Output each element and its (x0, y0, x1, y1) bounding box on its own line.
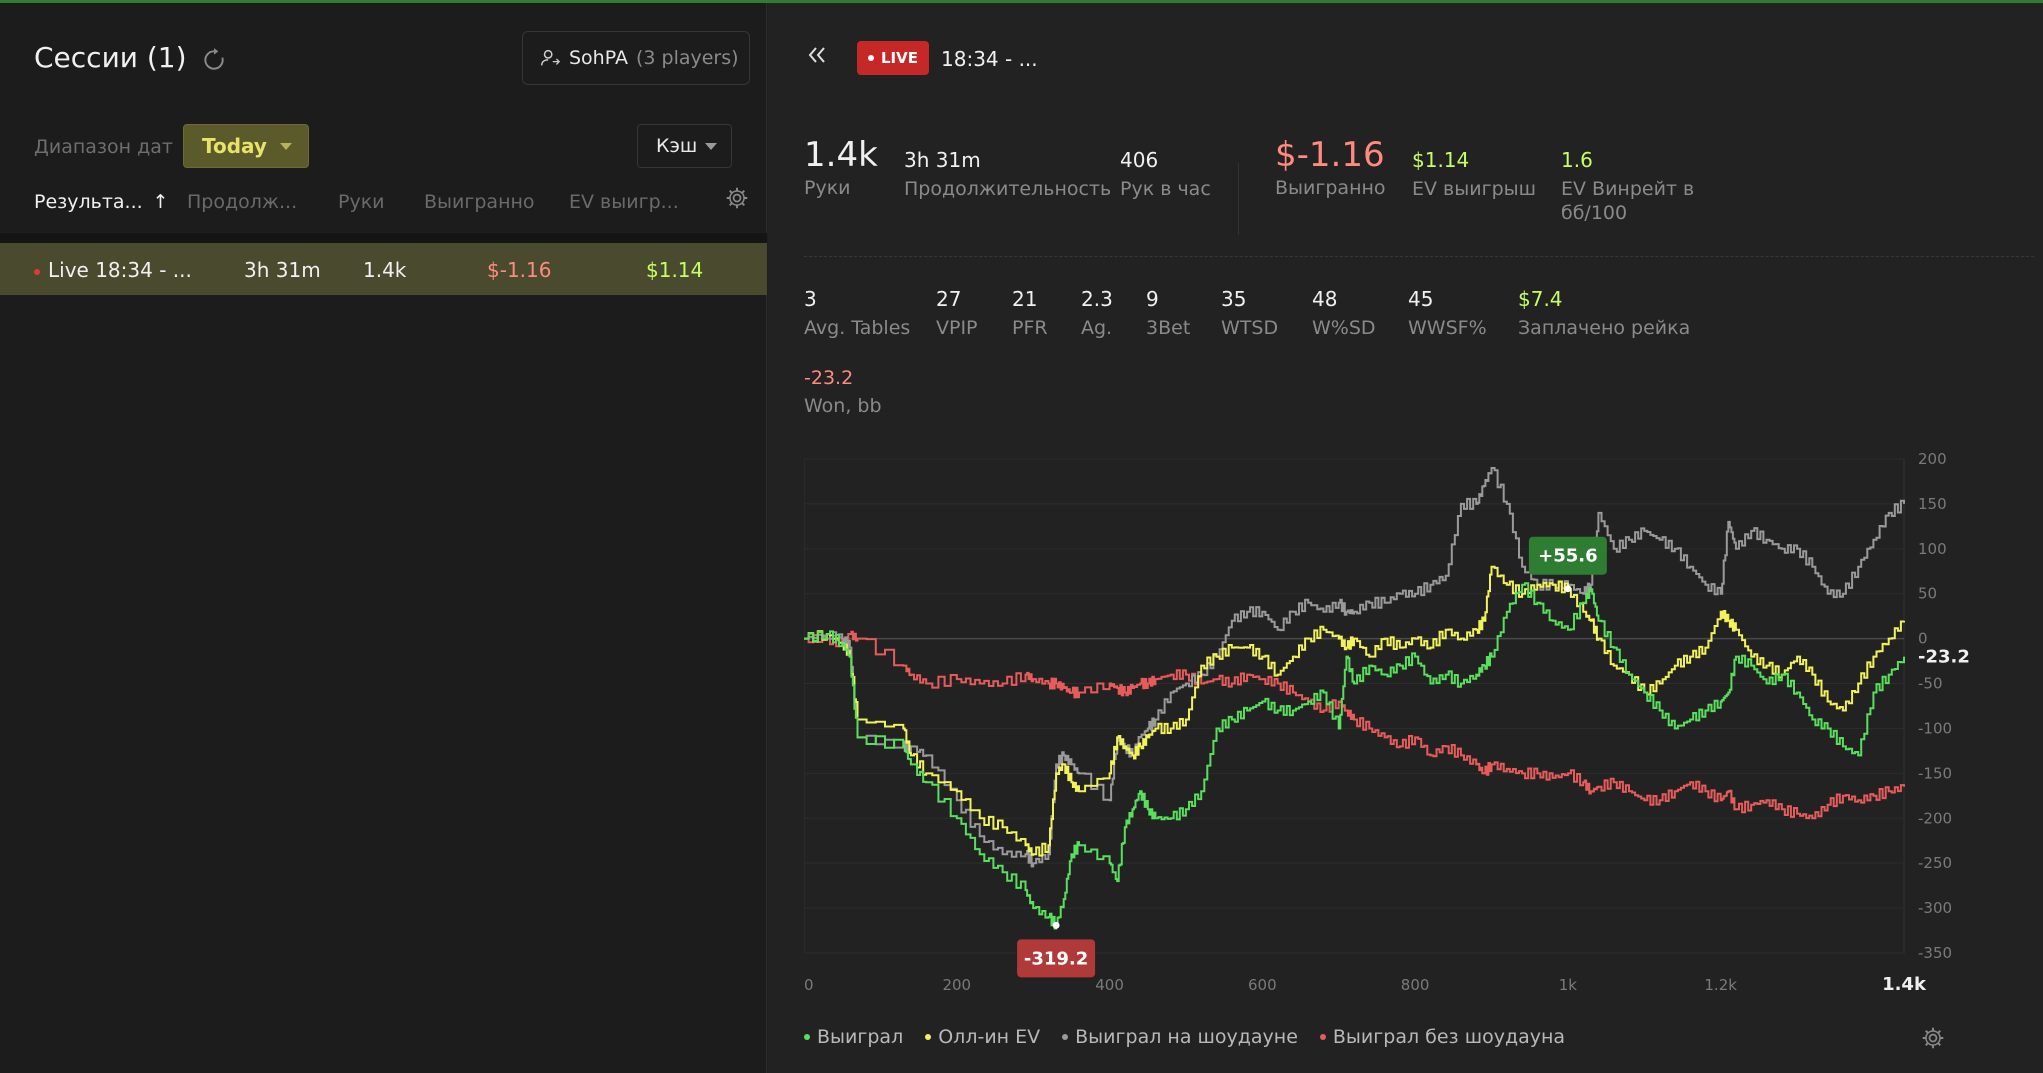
stat-ev-won: $1.14 EV выигрыш (1412, 148, 1537, 200)
session-title: 18:34 - ... (941, 47, 1038, 71)
y-tick-label: -200 (1918, 809, 1952, 827)
legend-dot-icon (1062, 1034, 1069, 1040)
legend-item-allin-ev[interactable]: Олл-ин EV (925, 1026, 1040, 1048)
x-tick-label: 800 (1401, 976, 1430, 994)
stat-avg-tables: 3 Avg. Tables (804, 287, 911, 339)
stat-hands-per-hour: 406 Рук в час (1120, 148, 1211, 200)
date-range-value: Today (202, 134, 267, 158)
stat-won-bb: -23.2 Won, bb (804, 367, 882, 417)
dashed-divider (804, 256, 2034, 257)
stats-separator (1238, 163, 1239, 235)
y-tick-label: -50 (1918, 675, 1943, 693)
x-tick-label: 200 (942, 976, 971, 994)
stat-hands: 1.4k Руки (804, 135, 878, 199)
stat-wsd: 48 W%SD (1312, 287, 1376, 339)
session-ev-won-cell: $1.14 (646, 258, 704, 282)
legend-dot-icon (1319, 1034, 1326, 1040)
y-tick-label: -100 (1918, 719, 1952, 737)
live-dot-icon (34, 268, 40, 275)
live-badge: LIVE (857, 41, 929, 75)
plot-border (804, 458, 1905, 954)
player-count: (3 players) (635, 47, 739, 69)
session-duration-cell: 3h 31m (244, 258, 321, 282)
stat-wtsd: 35 WTSD (1221, 287, 1279, 339)
live-dot-icon (868, 55, 874, 61)
x-tick-label: 1.2k (1704, 976, 1737, 994)
chevron-down-icon (705, 143, 717, 150)
date-range-select[interactable]: Today (183, 124, 309, 168)
y-tick-label: 150 (1918, 495, 1947, 513)
profit-chart[interactable]: 200 150 100 50 0 -50 -100 -150 -200 -250 -300 -350 0… (804, 451, 2004, 1011)
stat-duration: 3h 31m Продолжительность (904, 148, 1112, 200)
stat-aggression: 2.3 Ag. (1081, 287, 1113, 339)
sort-asc-icon: ↑ (152, 191, 169, 213)
player-name: SohPA (569, 47, 628, 69)
x-tick-label: 0 (804, 976, 814, 994)
stat-pfr: 21 PFR (1012, 287, 1048, 339)
stat-vpip: 27 VPIP (936, 287, 978, 339)
session-won-cell: $-1.16 (487, 258, 552, 282)
sessions-title: Сессии (1) (34, 41, 187, 74)
y-tick-label: -250 (1918, 854, 1952, 872)
date-range-label: Диапазон дат (34, 136, 173, 158)
chevron-down-icon (280, 143, 292, 150)
y-tick-label: 0 (1918, 630, 1928, 648)
refresh-icon[interactable] (201, 47, 227, 73)
x-tick-label: 400 (1095, 976, 1124, 994)
stat-ev-winrate: 1.6 EV Винрейт в бб/100 (1561, 148, 1695, 224)
legend-item-non-showdown[interactable]: Выиграл без шоудауна (1319, 1026, 1565, 1048)
session-hands-cell: 1.4k (363, 258, 407, 282)
stat-3bet: 9 3Bet (1146, 287, 1191, 339)
legend-item-won[interactable]: Выиграл (804, 1026, 903, 1048)
y-tick-label: 200 (1918, 451, 1947, 468)
table-row[interactable]: Live 18:34 - ... 3h 31m 1.4k $-1.16 $1.1… (0, 243, 767, 295)
y-tick-label: -350 (1918, 944, 1952, 962)
legend-dot-icon (925, 1034, 932, 1040)
x-tick-label: 1k (1559, 976, 1578, 994)
annotation-label: -319.2 (1024, 948, 1088, 969)
table-divider (0, 233, 767, 243)
chart-legend: Выиграл Олл-ин EV Выиграл на шоудауне Вы… (804, 1026, 1587, 1048)
collapse-left-icon[interactable] (804, 43, 830, 67)
session-details-panel: LIVE 18:34 - ... 1.4k Руки 3h 31m Продол… (768, 3, 2043, 1073)
game-type-select[interactable]: Кэш (637, 124, 732, 168)
player-selector-button[interactable]: SohPA (3 players) (522, 31, 750, 85)
y-tick-label: 50 (1918, 585, 1937, 603)
stat-won: $-1.16 Выигранно (1275, 135, 1386, 199)
sessions-panel: Сессии (1) SohPA (3 players) Диапазон да… (0, 3, 767, 1073)
annotation-point (1052, 921, 1060, 929)
annotation-label: +55.6 (1538, 546, 1598, 567)
end-value-label: -23.2 (1918, 647, 1970, 668)
column-header-won[interactable]: Выигранно (424, 191, 535, 213)
annotation-point (1564, 585, 1572, 593)
x-tick-label: 1.4k (1882, 974, 1927, 995)
series-line-yellow (804, 565, 1905, 857)
user-switch-icon (541, 49, 561, 66)
session-name-cell: Live 18:34 - ... (34, 258, 192, 282)
column-header-result[interactable]: Результа... ↑ (34, 191, 169, 213)
y-tick-label: 100 (1918, 540, 1947, 558)
game-type-value: Кэш (656, 135, 698, 157)
gear-icon[interactable] (724, 185, 750, 211)
y-tick-label: -300 (1918, 899, 1952, 917)
column-header-hands[interactable]: Руки (338, 191, 385, 213)
stat-wwsf: 45 WWSF% (1408, 287, 1487, 339)
legend-item-showdown[interactable]: Выиграл на шоудауне (1062, 1026, 1298, 1048)
x-tick-label: 600 (1248, 976, 1277, 994)
legend-dot-icon (804, 1034, 810, 1040)
column-header-duration[interactable]: Продолж... (187, 191, 297, 213)
y-tick-label: -150 (1918, 764, 1952, 782)
stat-rake-paid: $7.4 Заплачено рейка (1518, 287, 1691, 339)
gear-icon[interactable] (1920, 1025, 1946, 1051)
column-header-ev-won[interactable]: EV выигр... (569, 191, 679, 213)
